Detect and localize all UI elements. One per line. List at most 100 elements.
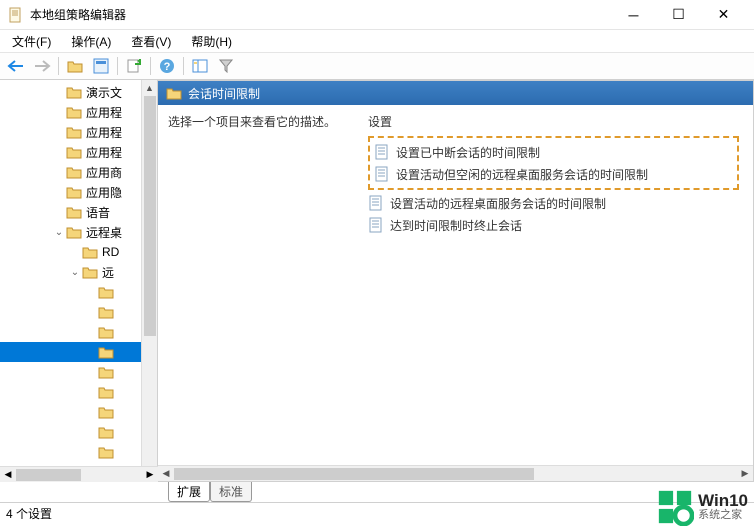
tree-item[interactable] <box>0 442 141 462</box>
tree-item[interactable]: 应用商 <box>0 162 141 182</box>
svg-text:?: ? <box>164 61 171 73</box>
tree-panel: 演示文应用程应用程应用程应用商应用隐语音⌄远程桌RD⌄远 ▲ ▼ <box>0 80 158 482</box>
tree-item[interactable] <box>0 362 141 382</box>
setting-label: 设置活动但空闲的远程桌面服务会话的时间限制 <box>396 166 648 183</box>
tree-item-label: 远 <box>102 264 114 281</box>
toolbar-help-button[interactable]: ? <box>155 54 179 78</box>
setting-label: 设置活动的远程桌面服务会话的时间限制 <box>390 195 606 212</box>
setting-label: 设置已中断会话的时间限制 <box>396 144 540 161</box>
folder-icon <box>66 165 82 179</box>
window-title: 本地组策略编辑器 <box>30 6 611 23</box>
toolbar-properties-button[interactable] <box>89 54 113 78</box>
nav-back-button[interactable] <box>4 54 28 78</box>
tree-item[interactable]: 应用隐 <box>0 182 141 202</box>
folder-icon <box>98 345 114 359</box>
column-header-settings[interactable]: 设置 <box>368 113 739 134</box>
folder-icon <box>66 105 82 119</box>
toolbar-filter-button[interactable] <box>214 54 238 78</box>
setting-item[interactable]: 设置已中断会话的时间限制 <box>374 141 733 163</box>
setting-item[interactable]: 设置活动的远程桌面服务会话的时间限制 <box>368 192 739 214</box>
menu-view[interactable]: 查看(V) <box>125 31 177 52</box>
scroll-right-button[interactable]: ▶ <box>737 466 753 481</box>
scroll-up-button[interactable]: ▲ <box>142 80 157 96</box>
tree-item[interactable]: 应用程 <box>0 122 141 142</box>
tree-item-label: 应用商 <box>86 164 122 181</box>
tree-item-label: 应用程 <box>86 104 122 121</box>
tree-item-label: 语音 <box>86 204 110 221</box>
nav-forward-button[interactable] <box>30 54 54 78</box>
tree-item[interactable]: 语音 <box>0 202 141 222</box>
tree-item-label: 演示文 <box>86 84 122 101</box>
content-header: 会话时间限制 <box>158 81 753 105</box>
tree-item-label: 远程桌 <box>86 224 122 241</box>
tree-scrollbar-vertical[interactable]: ▲ ▼ <box>141 80 157 482</box>
folder-icon <box>66 205 82 219</box>
setting-item[interactable]: 设置活动但空闲的远程桌面服务会话的时间限制 <box>374 163 733 185</box>
maximize-button[interactable]: ☐ <box>656 0 701 30</box>
watermark-title: Win10 <box>698 492 748 509</box>
tree-item[interactable] <box>0 382 141 402</box>
setting-item[interactable]: 达到时间限制时终止会话 <box>368 214 739 236</box>
folder-icon <box>66 145 82 159</box>
scroll-right-button[interactable]: ▶ <box>142 467 158 482</box>
folder-icon <box>166 86 182 100</box>
menu-help[interactable]: 帮助(H) <box>185 31 238 52</box>
tree-item[interactable]: 演示文 <box>0 82 141 102</box>
scroll-thumb[interactable] <box>174 468 534 480</box>
menu-action[interactable]: 操作(A) <box>65 31 117 52</box>
folder-icon <box>66 85 82 99</box>
tree-item[interactable] <box>0 422 141 442</box>
menubar: 文件(F) 操作(A) 查看(V) 帮助(H) <box>0 30 754 52</box>
tree-item[interactable] <box>0 282 141 302</box>
tree-item[interactable] <box>0 322 141 342</box>
setting-icon <box>368 217 384 233</box>
titlebar: 本地组策略编辑器 ─ ☐ ✕ <box>0 0 754 30</box>
folder-icon <box>98 325 114 339</box>
tree-item-label: 应用程 <box>86 144 122 161</box>
folder-icon <box>98 305 114 319</box>
close-button[interactable]: ✕ <box>701 0 746 30</box>
statusbar: 4 个设置 <box>0 502 754 524</box>
tree-item[interactable] <box>0 342 141 362</box>
toolbar-export-button[interactable] <box>122 54 146 78</box>
setting-icon <box>368 195 384 211</box>
tabs-row: 扩展 标准 <box>0 482 754 502</box>
tree-item[interactable] <box>0 402 141 422</box>
tree-expander-icon[interactable]: ⌄ <box>68 267 82 278</box>
tree-scrollbar-horizontal[interactable]: ◀ ▶ <box>0 466 158 482</box>
watermark-logo-icon <box>656 488 694 526</box>
toolbar-view-button[interactable] <box>188 54 212 78</box>
minimize-button[interactable]: ─ <box>611 0 656 30</box>
toolbar-folder-button[interactable] <box>63 54 87 78</box>
scroll-thumb[interactable] <box>144 96 156 336</box>
tree-item-label: RD <box>102 245 119 259</box>
scroll-left-button[interactable]: ◀ <box>158 466 174 481</box>
tree-item[interactable]: 应用程 <box>0 142 141 162</box>
tree-expander-icon[interactable]: ⌄ <box>52 227 66 238</box>
scroll-thumb[interactable] <box>16 469 81 481</box>
tree-item[interactable]: 应用程 <box>0 102 141 122</box>
folder-icon <box>98 365 114 379</box>
tree-item[interactable] <box>0 302 141 322</box>
watermark-subtitle: 系统之家 <box>698 509 748 522</box>
tree-item-label: 应用隐 <box>86 184 122 201</box>
content-body: 选择一个项目来查看它的描述。 设置 设置已中断会话的时间限制设置活动但空闲的远程… <box>158 105 753 465</box>
tab-extended[interactable]: 扩展 <box>168 482 210 502</box>
watermark: Win10 系统之家 <box>656 488 748 526</box>
content-scrollbar-horizontal[interactable]: ◀ ▶ <box>158 465 753 481</box>
scroll-left-button[interactable]: ◀ <box>0 467 16 482</box>
tree-item[interactable]: ⌄ 远程桌 <box>0 222 141 242</box>
folder-icon <box>82 245 98 259</box>
folder-icon <box>66 225 82 239</box>
content-title: 会话时间限制 <box>188 85 260 102</box>
tree-item[interactable]: RD <box>0 242 141 262</box>
status-text: 4 个设置 <box>6 505 52 522</box>
folder-icon <box>98 285 114 299</box>
app-icon <box>8 7 24 23</box>
list-column: 设置 设置已中断会话的时间限制设置活动但空闲的远程桌面服务会话的时间限制设置活动… <box>368 113 753 465</box>
setting-icon <box>374 144 390 160</box>
setting-icon <box>374 166 390 182</box>
tab-standard[interactable]: 标准 <box>210 482 252 502</box>
menu-file[interactable]: 文件(F) <box>6 31 57 52</box>
tree-item[interactable]: ⌄远 <box>0 262 141 282</box>
